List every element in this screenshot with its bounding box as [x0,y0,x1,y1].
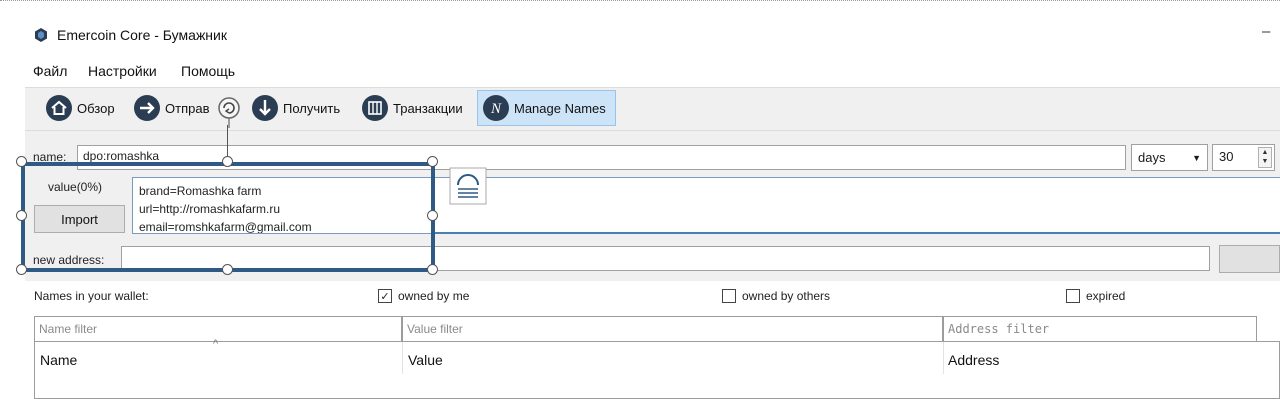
menu-help[interactable]: Помощь [181,63,235,79]
address-filter-input[interactable]: Address filter [943,316,1257,342]
tab-manage-names-label: Manage Names [514,100,606,116]
owned-by-others-label: owned by others [742,289,831,303]
tab-manage-names[interactable]: N Manage Names [477,90,616,126]
tab-receive-label: Получить [283,100,341,116]
owned-by-me-label: owned by me [398,289,470,303]
svg-text:N: N [490,101,502,117]
resize-handle[interactable] [16,210,27,221]
tab-transactions[interactable]: Транзакции [357,90,467,126]
transactions-icon [362,95,388,121]
value-editor-background [433,177,1280,234]
owned-by-others-checkbox[interactable] [722,289,736,303]
rotate-handle-icon[interactable] [215,94,245,128]
layout-options-icon[interactable] [449,167,487,205]
days-spinbox[interactable]: 30 ▲ ▼ [1212,144,1275,171]
period-select-value: days [1138,150,1166,165]
value-filter-input[interactable]: Value filter [402,316,943,342]
resize-handle[interactable] [16,264,27,275]
expired-checkbox[interactable] [1066,289,1080,303]
resize-handle[interactable] [427,210,438,221]
send-arrow-icon [134,95,160,121]
tab-send-label: Отправ [165,100,210,116]
column-header-name[interactable]: Name [40,352,77,368]
resize-handle[interactable] [222,156,233,167]
resize-handle[interactable] [16,156,27,167]
home-icon [46,95,72,121]
tab-overview-label: Обзор [77,100,115,116]
days-value: 30 [1219,149,1234,164]
window-title: Emercoin Core - Бумажник [57,27,227,43]
tab-overview[interactable]: Обзор [41,90,119,126]
menu-settings[interactable]: Настройки [88,63,157,79]
column-header-value[interactable]: Value [408,352,443,368]
period-select[interactable]: days ▼ [1131,144,1208,171]
emercoin-logo-icon [35,28,47,42]
expired-label: expired [1086,289,1126,303]
selection-frame [21,162,435,272]
resize-handle[interactable] [427,264,438,275]
sort-ascending-icon: ^ [213,338,219,350]
minimize-button[interactable]: – [1262,23,1270,40]
names-in-wallet-label: Names in your wallet: [34,289,149,303]
tab-transactions-label: Транзакции [393,100,463,116]
spin-arrows-icon[interactable]: ▲ ▼ [1258,147,1272,168]
names-table [34,341,1280,399]
chevron-down-icon: ▼ [1192,152,1201,163]
checkmark-icon: ✓ [380,290,390,303]
names-icon: N [483,95,509,121]
owned-by-me-checkbox[interactable]: ✓ [378,289,392,303]
menu-file[interactable]: Файл [33,63,67,79]
resize-handle[interactable] [427,156,438,167]
toolbar: Обзор Отправ Получить Транзакции N Manag… [25,87,1280,131]
column-divider [943,342,944,374]
column-header-address[interactable]: Address [948,352,999,368]
receive-arrow-icon [252,95,278,121]
window-top-border [0,0,1280,1]
resize-handle[interactable] [222,264,233,275]
tab-send[interactable]: Отправ [129,90,213,126]
column-divider [402,342,403,374]
address-book-button[interactable] [1219,245,1280,273]
tab-receive[interactable]: Получить [247,90,344,126]
